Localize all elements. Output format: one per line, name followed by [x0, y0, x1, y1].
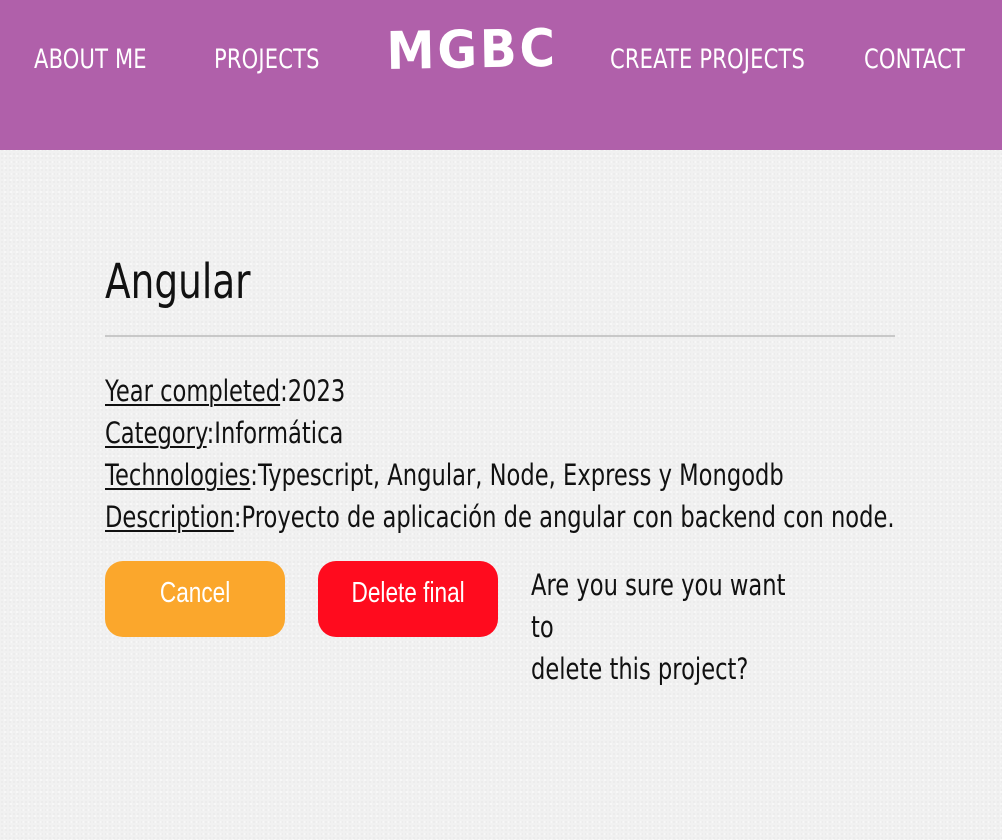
delete-confirmation-message: Are you sure you want to delete this pro…	[531, 564, 812, 690]
detail-value-category: Informática	[214, 416, 344, 450]
detail-value-description: Proyecto de aplicación de angular con ba…	[241, 500, 895, 534]
detail-key-technologies: Technologies	[105, 458, 251, 492]
nav-contact-link[interactable]: CONTACT	[864, 44, 965, 75]
title-divider	[105, 335, 895, 337]
cancel-button-label: Cancel	[159, 577, 231, 609]
detail-technologies: Technologies:Typescript, Angular, Node, …	[105, 458, 784, 492]
detail-separator: :	[250, 458, 258, 492]
delete-button-label: Delete final	[351, 577, 465, 609]
detail-key-category: Category	[105, 416, 207, 450]
nav-projects-link[interactable]: PROJECTS	[214, 44, 320, 75]
detail-key-description: Description	[105, 500, 234, 534]
detail-value-year: 2023	[287, 374, 346, 408]
detail-key-year: Year completed	[105, 374, 281, 408]
nav-about-me-link[interactable]: ABOUT ME	[34, 44, 147, 75]
nav-create-projects-link[interactable]: CREATE PROJECTS	[610, 44, 805, 75]
top-nav-bar: ABOUT ME PROJECTS MGBC CREATE PROJECTS C…	[0, 0, 1002, 150]
detail-separator: :	[206, 416, 215, 450]
confirm-line-1: Are you sure you want to	[531, 568, 786, 644]
confirm-line-2: delete this project?	[531, 652, 749, 686]
detail-year-completed: Year completed:2023	[105, 374, 345, 408]
detail-value-technologies: Typescript, Angular, Node, Express y Mon…	[257, 458, 784, 492]
project-title: Angular	[105, 254, 251, 310]
cancel-button[interactable]: Cancel	[105, 561, 285, 637]
delete-final-button[interactable]: Delete final	[318, 561, 498, 637]
detail-separator: :	[233, 500, 242, 534]
detail-category: Category:Informática	[105, 416, 343, 450]
detail-description: Description:Proyecto de aplicación de an…	[105, 500, 895, 534]
site-logo[interactable]: MGBC	[386, 19, 558, 82]
